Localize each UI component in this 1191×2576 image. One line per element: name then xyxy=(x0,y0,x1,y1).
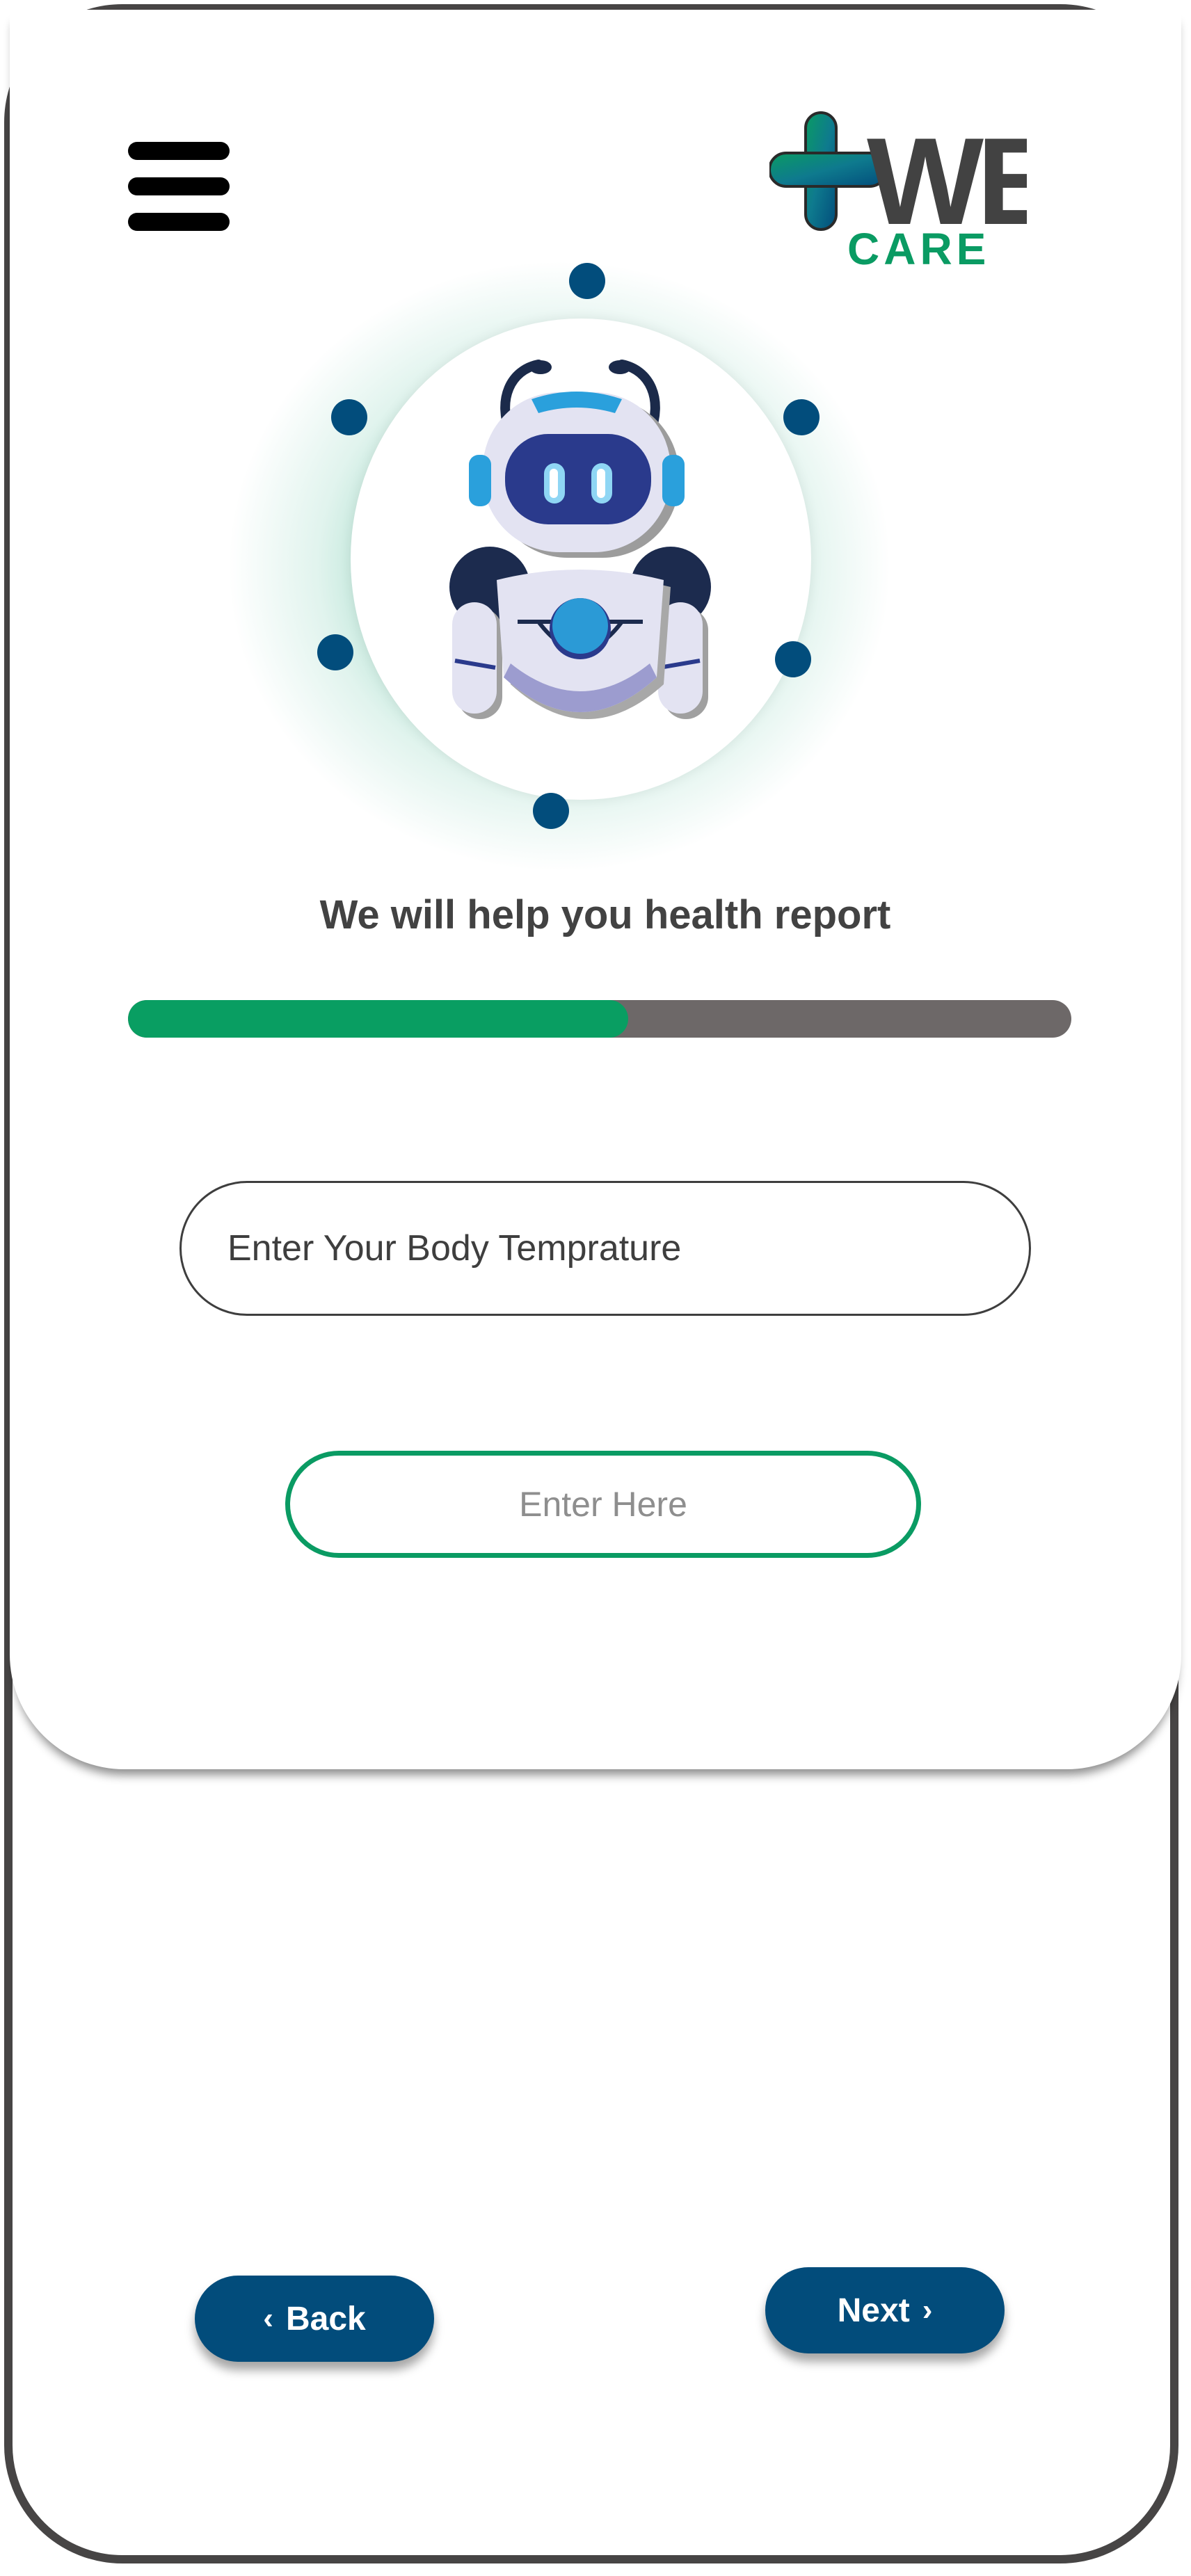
orbit-dot xyxy=(331,399,367,435)
hamburger-menu-icon[interactable] xyxy=(128,139,230,234)
chevron-right-icon: › xyxy=(922,2293,933,2327)
we-care-logo: WE CARE xyxy=(769,111,1027,267)
orbit-dot xyxy=(569,263,605,299)
progress-fill xyxy=(128,1000,628,1038)
chevron-left-icon: ‹ xyxy=(263,2301,273,2335)
back-button[interactable]: ‹ Back xyxy=(195,2276,434,2362)
next-button[interactable]: Next › xyxy=(765,2267,1005,2353)
orbit-dot xyxy=(533,793,569,829)
robot-assistant-icon xyxy=(449,360,711,719)
svg-text:CARE: CARE xyxy=(847,224,990,267)
back-button-label: Back xyxy=(285,2300,366,2337)
orbit-dot xyxy=(783,399,820,435)
question-label: Enter Your Body Temprature xyxy=(227,1228,682,1269)
orbit-dot xyxy=(775,641,811,677)
main-card: WE CARE We will help you health report E… xyxy=(10,10,1181,1769)
answer-input[interactable] xyxy=(285,1451,921,1558)
page-headline: We will help you health report xyxy=(319,892,891,937)
orbit-dot xyxy=(317,634,353,670)
next-button-label: Next xyxy=(837,2292,910,2329)
progress-bar xyxy=(128,1000,1071,1038)
question-box: Enter Your Body Temprature xyxy=(179,1181,1031,1316)
